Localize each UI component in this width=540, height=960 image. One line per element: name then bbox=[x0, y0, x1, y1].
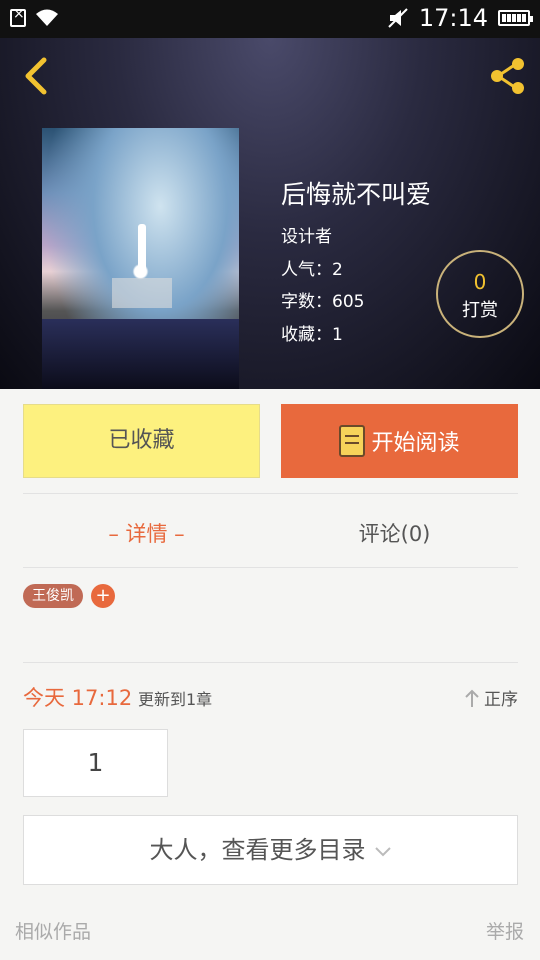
tab-detail[interactable]: – 详情 – bbox=[23, 518, 270, 548]
add-tag-button[interactable]: + bbox=[91, 584, 115, 608]
sort-label: 正序 bbox=[484, 690, 518, 710]
favorited-button[interactable]: 已收藏 bbox=[23, 404, 260, 478]
share-icon[interactable] bbox=[488, 56, 528, 96]
start-reading-button[interactable]: 开始阅读 bbox=[281, 404, 518, 478]
status-bar: 17:14 bbox=[0, 0, 540, 38]
report-link[interactable]: 举报 bbox=[486, 917, 524, 944]
battery-icon bbox=[498, 10, 533, 26]
back-chevron-icon[interactable] bbox=[18, 56, 54, 96]
book-author: 设计者 bbox=[281, 227, 332, 247]
divider bbox=[23, 567, 518, 568]
tip-button[interactable]: 0 打赏 bbox=[436, 250, 524, 338]
chevron-down-icon bbox=[374, 847, 391, 857]
no-sim-icon bbox=[10, 6, 26, 27]
book-header bbox=[0, 38, 540, 389]
book-favorites: 收藏：1 bbox=[281, 325, 343, 345]
start-reading-label: 开始阅读 bbox=[371, 431, 460, 456]
book-cover-image bbox=[42, 128, 239, 389]
divider bbox=[23, 493, 518, 494]
tip-label: 打赏 bbox=[462, 300, 498, 321]
divider bbox=[23, 662, 518, 663]
more-catalog-button[interactable]: 大人，查看更多目录 bbox=[23, 815, 518, 885]
similar-works-link[interactable]: 相似作品 bbox=[15, 917, 91, 944]
update-text: 更新到1章 bbox=[138, 690, 213, 709]
arrow-up-icon bbox=[465, 689, 479, 707]
sort-order-button[interactable]: 正序 bbox=[464, 685, 518, 710]
update-date: 今天 17:12 bbox=[23, 686, 133, 710]
more-catalog-label: 大人，查看更多目录 bbox=[149, 836, 366, 864]
book-popularity: 人气：2 bbox=[281, 260, 343, 280]
tag-chip[interactable]: 王俊凯 bbox=[23, 584, 83, 608]
book-title: 后悔就不叫爱 bbox=[281, 180, 432, 209]
wifi-icon bbox=[36, 9, 58, 26]
book-word-count: 字数：605 bbox=[281, 292, 365, 312]
mute-icon bbox=[388, 8, 408, 28]
book-icon bbox=[339, 425, 366, 457]
tip-count: 0 bbox=[473, 270, 487, 294]
chapter-item[interactable]: 1 bbox=[23, 729, 168, 797]
tab-comments[interactable]: 评论(0) bbox=[271, 518, 518, 548]
status-time: 17:14 bbox=[418, 4, 488, 32]
